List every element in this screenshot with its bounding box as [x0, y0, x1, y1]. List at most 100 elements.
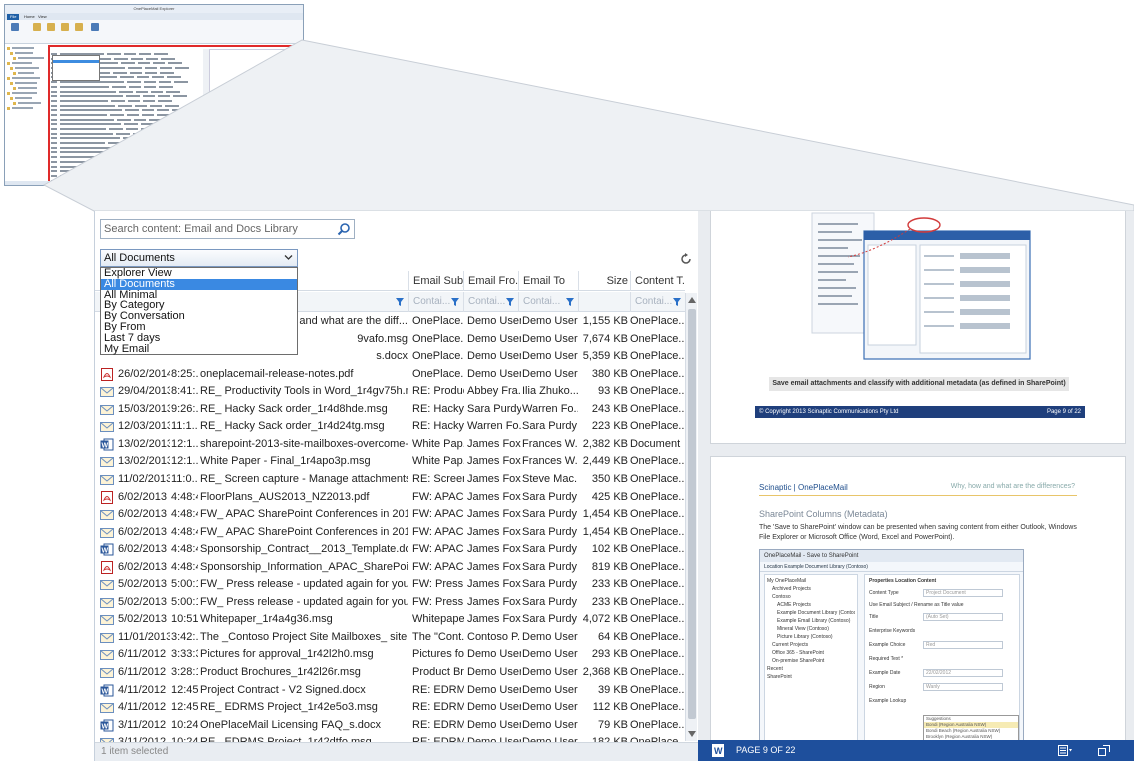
folder-icon: [10, 66, 13, 70]
scroll-down-icon[interactable]: [688, 731, 696, 737]
thumbnail-ribbon-icon[interactable]: [47, 23, 55, 31]
table-row[interactable]: 6/02/2013 4:48:4...FloorPlans_AUS2013_NZ2…: [95, 489, 685, 507]
dropdown-option[interactable]: Last 7 days: [101, 332, 297, 344]
cell-content-type: OnePlace...: [630, 420, 685, 433]
table-row[interactable]: W 13/02/201312:1...sharepoint-2013-site-m…: [95, 436, 685, 454]
table-row[interactable]: W 4/11/2012 12:45:...Project Contract - V2…: [95, 682, 685, 700]
column-email-from[interactable]: Email Fro...: [463, 271, 518, 291]
table-row[interactable]: 6/11/2012 3:33:3...Pictures for approval_…: [95, 646, 685, 664]
cell-email-subject: RE: Hacky...: [412, 402, 464, 415]
email-file-icon: [100, 632, 114, 643]
filter-email-to[interactable]: Contai...: [518, 292, 578, 312]
dialog-field-value[interactable]: Wanly: [923, 683, 1003, 691]
cell-email-from: Demo User2: [467, 350, 521, 363]
table-row[interactable]: 13/02/201312:1...White Paper - Final_1r4…: [95, 453, 685, 471]
cell-email-from: James Fox: [467, 437, 521, 450]
cell-time: 3:28:1...: [171, 666, 198, 678]
filter-email-from[interactable]: Contai...: [463, 292, 518, 312]
thumbnail-ribbon-icon[interactable]: [11, 23, 19, 31]
thumbnail-ribbon-icon[interactable]: [33, 23, 41, 31]
column-email-subject[interactable]: Email Subj...: [408, 271, 463, 291]
thumbnail-ribbon-icon[interactable]: [61, 23, 69, 31]
thumbnail-nav-item[interactable]: [7, 101, 45, 105]
table-row[interactable]: 5/02/2013 10:51:...Whitepaper_1r4a4g36.ms…: [95, 611, 685, 629]
funnel-icon[interactable]: [451, 298, 459, 306]
thumbnail-nav-item[interactable]: [7, 71, 45, 75]
column-size[interactable]: Size: [578, 271, 630, 291]
cell-email-from: Sara Purdy: [467, 402, 521, 415]
table-row[interactable]: W 6/02/2013 4:48:4...Sponsorship_Contract_…: [95, 541, 685, 559]
funnel-icon[interactable]: [673, 298, 681, 306]
table-row[interactable]: 4/11/2012 12:45:...RE_ EDRMS Project_1r42…: [95, 699, 685, 717]
filter-size[interactable]: [578, 292, 630, 312]
folder-icon: [13, 86, 16, 90]
email-file-icon: [100, 580, 114, 591]
header-rule: [759, 495, 1077, 496]
thumbnail-nav-item[interactable]: [7, 81, 45, 85]
dialog-field-value[interactable]: Red: [923, 641, 1003, 649]
table-row[interactable]: 29/04/20138:41:...RE_ Productivity Tools…: [95, 383, 685, 401]
page-paragraph: The 'Save to SharePoint' window can be p…: [759, 524, 1077, 541]
table-row[interactable]: 11/01/20133:42:...The _Contoso Project S…: [95, 629, 685, 647]
cell-size: 79 KB: [598, 718, 628, 731]
thumbnail-nav-item[interactable]: [7, 61, 45, 65]
funnel-icon[interactable]: [396, 298, 404, 306]
table-row[interactable]: 26/02/20148:25:...oneplacemail-release-n…: [95, 366, 685, 384]
funnel-icon[interactable]: [506, 298, 514, 306]
svg-text:W: W: [102, 442, 109, 449]
cell-email-subject: Pictures fo...: [412, 648, 464, 661]
funnel-icon[interactable]: [566, 298, 574, 306]
table-row[interactable]: 11/02/2013 11:0... RE_ Screen capture - Ma…: [95, 471, 685, 489]
cell-email-to: Demo User1: [522, 648, 578, 661]
cell-size: 102 KB: [591, 543, 628, 556]
filter-content-type[interactable]: Contai...: [630, 292, 685, 312]
dialog-field-value[interactable]: 22/02/2012: [923, 669, 1003, 677]
cell-content-type: OnePlace...: [630, 718, 685, 731]
thumbnail-nav-item[interactable]: [7, 46, 45, 50]
thumbnail-nav-item[interactable]: [7, 56, 45, 60]
table-row[interactable]: 5/02/2013 5:00:1...FW_ Press release - up…: [95, 594, 685, 612]
cell-title: oneplacemail-release-notes.pdf: [200, 367, 354, 380]
cell-email-subject: FW: APAC...: [412, 525, 464, 538]
scroll-up-icon[interactable]: [688, 297, 696, 303]
scroll-thumb[interactable]: [688, 309, 696, 719]
cell-email-subject: RE: Hacky...: [412, 420, 464, 433]
cell-email-to: Ilia Zhuko...: [522, 385, 578, 398]
thumbnail-nav-item[interactable]: [7, 66, 45, 70]
thumbnail-nav-item[interactable]: [7, 86, 45, 90]
dropdown-option[interactable]: My Email: [101, 343, 297, 355]
refresh-icon[interactable]: [680, 253, 692, 265]
table-row[interactable]: 6/02/2013 4:48:4...FW_ APAC SharePoint Co…: [95, 524, 685, 542]
cell-email-subject: RE: Screen...: [412, 472, 464, 485]
thumbnail-nav-item[interactable]: [7, 96, 45, 100]
table-row[interactable]: 5/02/2013 5:00:1...FW_ Press release - up…: [95, 576, 685, 594]
table-row[interactable]: 12/03/2013 11:1... RE_ Hacky Sack order_1r…: [95, 418, 685, 436]
dialog-field-value[interactable]: (Auto Set): [923, 613, 1003, 621]
table-row[interactable]: 15/03/20139:26:...RE_ Hacky Sack order_1…: [95, 401, 685, 419]
dialog-field-value[interactable]: Project Document: [923, 589, 1003, 597]
dropdown-option[interactable]: All Documents: [101, 278, 297, 290]
thumbnail-nav-item[interactable]: [7, 51, 45, 55]
thumbnail-title: OnePlaceMail Explorer: [5, 5, 303, 13]
thumbnail-ribbon-icon[interactable]: [75, 23, 83, 31]
thumbnail-nav-item[interactable]: [7, 106, 45, 110]
column-content-type[interactable]: Content T...: [630, 271, 685, 291]
search-input[interactable]: Search content: Email and Docs Library: [100, 219, 355, 239]
table-row[interactable]: 6/02/2013 4:48:4...FW_ APAC SharePoint Co…: [95, 506, 685, 524]
view-select[interactable]: All Documents: [100, 249, 298, 267]
thumbnail-nav-item[interactable]: [7, 76, 45, 80]
search-icon[interactable]: [337, 222, 351, 236]
expand-icon[interactable]: [1098, 745, 1110, 756]
dialog-tree-item: Example Email Library (Contoso): [777, 618, 851, 624]
column-email-to[interactable]: Email To: [518, 271, 578, 291]
table-row[interactable]: 6/02/2013 4:48:4...Sponsorship_Informatio…: [95, 559, 685, 577]
vertical-scrollbar[interactable]: [685, 293, 697, 741]
page-view-icon[interactable]: [1058, 745, 1072, 756]
folder-icon: [7, 91, 10, 95]
filter-email-subject[interactable]: Contai...: [408, 292, 463, 312]
table-row[interactable]: 6/11/2012 3:28:1...Product Brochures_1r42…: [95, 664, 685, 682]
thumbnail-ribbon-icon[interactable]: [91, 23, 99, 31]
dialog-tree-item: Picture Library (Contoso): [777, 634, 833, 640]
thumbnail-nav-item[interactable]: [7, 91, 45, 95]
table-row[interactable]: W 3/11/2012 10:24:...OnePlaceMail Licensin…: [95, 717, 685, 735]
